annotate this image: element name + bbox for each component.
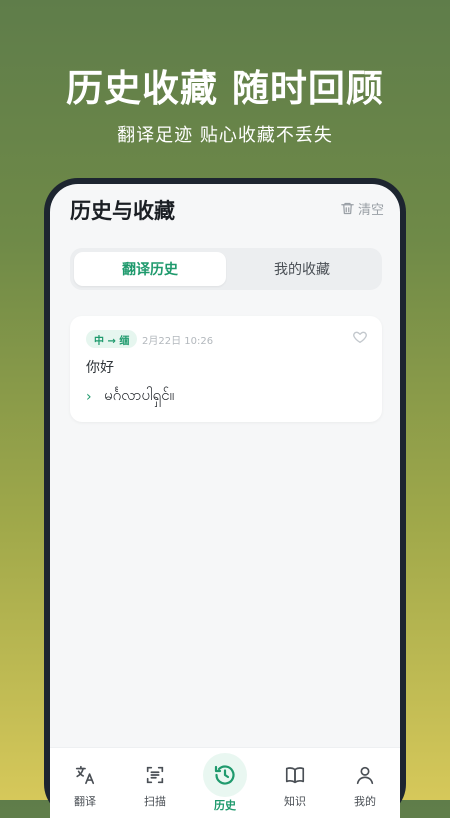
app-header: 历史与收藏 清空 [50,184,400,234]
source-text: 你好 [86,360,114,376]
promo-subtitle: 翻译足迹 贴心收藏不丢失 [117,125,333,146]
nav-label-translate: 翻译 [74,795,96,808]
nav-me[interactable]: 我的 [330,748,400,818]
tab-history[interactable]: 翻译历史 [74,252,226,286]
trash-icon [341,202,354,215]
nav-knowledge[interactable]: 知识 [260,748,330,818]
bottom-nav: 翻译 扫描 历史 知识 我的 [50,747,400,818]
phone-frame: 历史与收藏 清空 翻译历史 我的收藏 中 → 缅 2月22日 10:26 你好 [44,178,406,818]
history-card[interactable]: 中 → 缅 2月22日 10:26 你好 › မင်္ဂလာပါရှင်။ [70,316,382,422]
chevron-right-icon: › [86,389,92,405]
history-timestamp: 2月22日 10:26 [142,336,214,347]
app-screen: 历史与收藏 清空 翻译历史 我的收藏 中 → 缅 2月22日 10:26 你好 [50,184,400,818]
nav-label-me: 我的 [354,795,376,808]
scan-icon [142,762,168,788]
translate-icon [72,762,98,788]
history-icon [203,753,247,797]
promo-title: 历史收藏 随时回顾 [66,67,384,110]
favorite-button[interactable] [352,329,368,349]
segmented-control: 翻译历史 我的收藏 [70,248,382,290]
result-text: မင်္ဂလာပါရှင်။ [104,386,174,404]
nav-label-history: 历史 [214,799,236,812]
page-title: 历史与收藏 [70,199,175,223]
nav-scan[interactable]: 扫描 [120,748,190,818]
nav-label-knowledge: 知识 [284,795,306,808]
user-icon [352,762,378,788]
nav-label-scan: 扫描 [144,795,166,808]
nav-translate[interactable]: 翻译 [50,748,120,818]
nav-history[interactable]: 历史 [190,748,260,818]
tab-favorites[interactable]: 我的收藏 [226,252,378,286]
book-icon [282,762,308,788]
result-row: › မင်္ဂလာပါရှင်။ [86,386,174,408]
clear-button[interactable]: 清空 [340,199,384,218]
language-pair-badge: 中 → 缅 [86,330,138,348]
heart-icon [353,331,367,343]
clear-label: 清空 [357,203,384,218]
